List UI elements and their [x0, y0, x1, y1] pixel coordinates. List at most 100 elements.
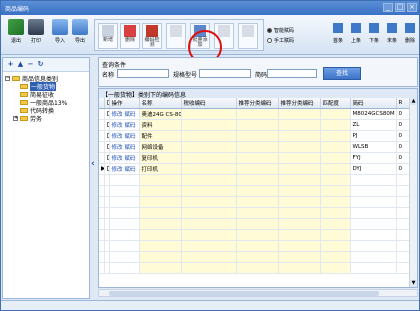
column-header[interactable]: 名称 — [139, 98, 182, 109]
assign-code-link[interactable]: 赋码 — [125, 112, 136, 118]
scroll-up-icon[interactable]: ▲ — [410, 98, 417, 105]
minimize-button[interactable]: _ — [383, 3, 393, 12]
print-label: 打印 — [30, 38, 41, 44]
column-header[interactable]: 税收编码 — [181, 98, 237, 109]
column-header[interactable]: 操作 — [109, 98, 140, 109]
edit-link[interactable]: 修改 — [112, 134, 123, 140]
recommended-code-cell — [236, 218, 279, 230]
row-actions — [109, 229, 140, 241]
print-button[interactable]: 打印 — [25, 18, 47, 52]
first-record-button[interactable]: 首条 — [331, 19, 345, 51]
disabled-button-3[interactable] — [238, 23, 258, 49]
name-cell: 配件 — [139, 130, 182, 142]
next-icon — [369, 23, 379, 33]
exit-button[interactable]: 退出 — [5, 18, 27, 52]
tax-code-cell — [181, 229, 237, 241]
next-record-button[interactable]: 下条 — [367, 19, 381, 51]
recommended-code-cell-2 — [278, 130, 321, 142]
recommended-code-cell — [236, 108, 279, 120]
auto-code-radio[interactable]: 智能赋码 — [267, 27, 294, 34]
scroll-down-icon[interactable]: ▼ — [410, 280, 417, 287]
abbr-input[interactable] — [267, 69, 317, 78]
last-record-button[interactable]: 末条 — [385, 19, 399, 51]
table-row[interactable]: 修改 赋码 复印机 FYJ 0 — [99, 152, 412, 164]
add-node-icon[interactable]: + — [7, 61, 14, 68]
assign-code-link[interactable]: 赋码 — [125, 123, 136, 129]
vertical-scrollbar[interactable]: ▲ ▼ — [409, 98, 417, 287]
name-input[interactable] — [117, 69, 169, 78]
column-header[interactable]: 推荐分类编码 — [278, 98, 321, 109]
abbr-cell: FYJ — [350, 152, 397, 164]
table-row[interactable]: 修改 赋码 配件 PJ 0 — [99, 130, 412, 142]
column-header[interactable]: 推荐分类编码 — [236, 98, 279, 109]
empty-row — [99, 174, 412, 186]
import-label: 导入 — [54, 38, 65, 44]
abbr-cell — [350, 207, 397, 219]
column-header[interactable]: 简码 — [350, 98, 397, 109]
category-tree: −商品信息类别−一般货物−简易征收−一般商品13%−代码转换+劳务 — [3, 72, 89, 124]
scroll-thumb[interactable] — [109, 291, 379, 296]
abbr-cell — [350, 174, 397, 186]
refresh-icon[interactable]: ↻ — [37, 61, 44, 68]
folder-icon — [12, 75, 20, 81]
tree-toolbar: + ▲ − ↻ — [3, 58, 89, 72]
abbr-cell — [350, 218, 397, 230]
collapse-arrow-icon[interactable]: ‹ — [91, 159, 95, 169]
row-actions — [109, 251, 140, 263]
collapse-icon[interactable]: − — [5, 75, 10, 81]
disabled-button-1[interactable] — [166, 23, 186, 49]
edit-link[interactable]: 修改 — [112, 156, 123, 162]
manual-code-radio[interactable]: 手工赋码 — [267, 37, 294, 44]
match-cell — [320, 152, 351, 164]
table-row[interactable]: 修改 赋码 网络设备 WLSB 0 — [99, 141, 412, 153]
code-check-button[interactable]: 编码检测 — [142, 23, 162, 49]
delete-button[interactable]: 删除 — [120, 23, 140, 49]
edit-link[interactable]: 修改 — [112, 167, 123, 173]
add-button[interactable]: 新增 — [98, 23, 118, 49]
up-arrow-icon[interactable]: ▲ — [17, 61, 24, 68]
disabled-icon — [218, 25, 230, 37]
table-row[interactable]: 修改 赋码 资料 ZL 0 — [99, 119, 412, 131]
export-button[interactable]: 导出 — [69, 18, 91, 52]
edit-link[interactable]: 修改 — [112, 123, 123, 129]
table-row[interactable]: ▶修改赋码打印机DYJ0 — [99, 163, 412, 175]
recommended-code-cell-2 — [278, 240, 321, 252]
remove-node-icon[interactable]: − — [27, 61, 34, 68]
printer-icon — [28, 19, 44, 35]
expand-icon[interactable]: + — [13, 115, 18, 121]
assign-code-link[interactable]: 赋码 — [125, 167, 136, 173]
row-actions: 修改 赋码 — [109, 141, 140, 153]
horizontal-scrollbar[interactable] — [98, 289, 418, 297]
edit-link[interactable]: 修改 — [112, 145, 123, 151]
assign-code-link[interactable]: 赋码 — [125, 134, 136, 140]
search-button[interactable]: 查找 — [323, 67, 361, 80]
prev-record-button[interactable]: 上条 — [349, 19, 363, 51]
empty-row — [99, 196, 412, 208]
close-button[interactable]: × — [407, 3, 417, 12]
abbr-cell — [350, 196, 397, 208]
import-button[interactable]: 导入 — [49, 18, 71, 52]
name-cell — [139, 174, 182, 186]
maximize-button[interactable]: □ — [395, 3, 405, 12]
recommended-code-cell — [236, 240, 279, 252]
match-cell — [320, 108, 351, 120]
table-row[interactable]: 修改赋码奥迪24G CS-80MM8024GCS80M0 — [99, 108, 412, 120]
tree-node[interactable]: −代码转换 — [5, 106, 87, 115]
nav-delete-button[interactable]: 删除 — [403, 19, 417, 51]
match-cell — [320, 207, 351, 219]
assign-code-link[interactable]: 赋码 — [125, 156, 136, 162]
recommended-code-cell-2 — [278, 119, 321, 131]
edit-link[interactable]: 修改 — [112, 112, 123, 118]
panel-splitter[interactable]: ‹ — [90, 57, 97, 299]
disabled-icon — [242, 25, 254, 37]
name-cell: 网络设备 — [139, 141, 182, 153]
assign-code-link[interactable]: 赋码 — [125, 145, 136, 151]
match-cell — [320, 163, 351, 175]
column-header[interactable]: 匹配度 — [320, 98, 351, 109]
name-cell — [139, 196, 182, 208]
tree-node[interactable]: + 劳务 — [5, 114, 87, 123]
empty-row — [99, 262, 412, 274]
spec-input[interactable] — [199, 69, 251, 78]
recommended-code-cell-2 — [278, 141, 321, 153]
recommended-code-cell-2 — [278, 108, 321, 120]
